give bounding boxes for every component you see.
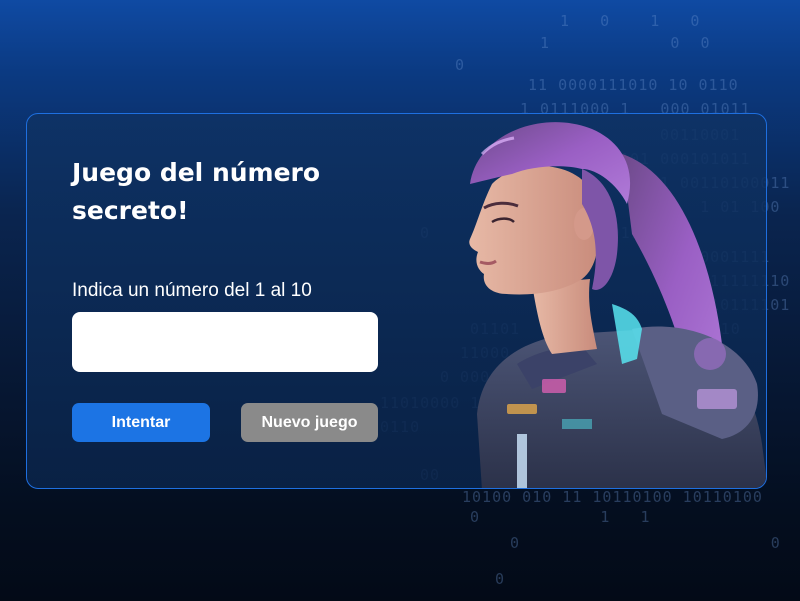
prompt-label: Indica un número del 1 al 10 bbox=[72, 280, 312, 301]
new-game-button[interactable]: Nuevo juego bbox=[241, 403, 378, 442]
number-input[interactable] bbox=[72, 312, 378, 372]
page-title: Juego del número secreto! bbox=[72, 158, 321, 225]
try-button[interactable]: Intentar bbox=[72, 403, 210, 442]
game-card: Juego del número secreto! Indica un núme… bbox=[26, 113, 767, 489]
astronaut-illustration bbox=[469, 122, 766, 488]
